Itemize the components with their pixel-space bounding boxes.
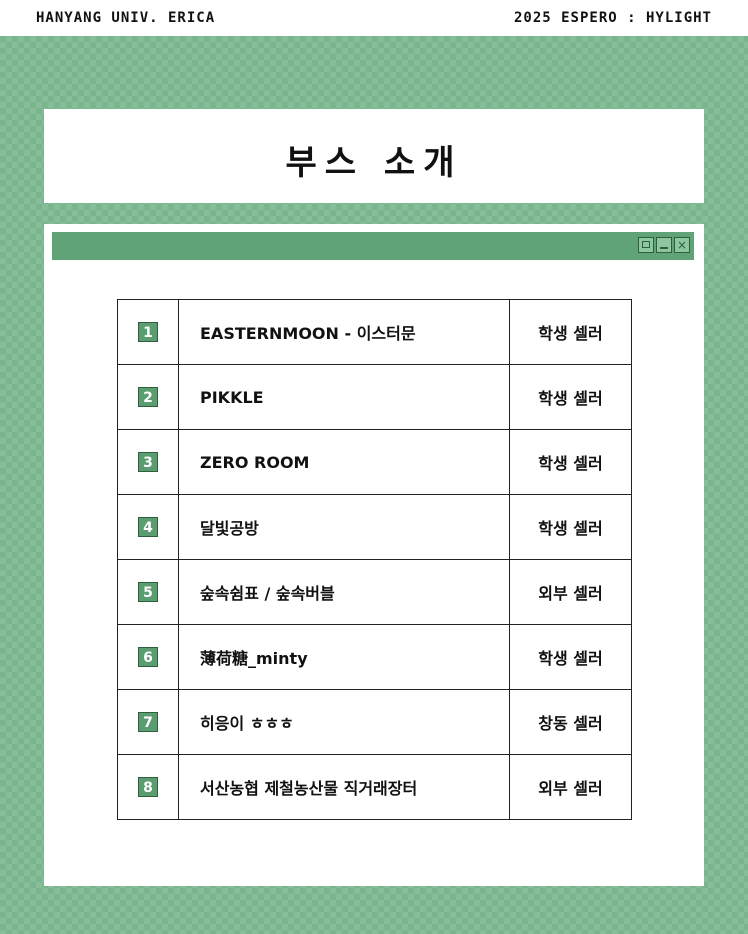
booth-name: 薄荷糖_minty xyxy=(178,624,510,690)
table-row: 6 薄荷糖_minty 학생 셀러 xyxy=(117,624,632,690)
close-icon[interactable]: × xyxy=(674,237,690,253)
booth-number-badge: 2 xyxy=(138,387,158,407)
booth-name: 히응이 ㅎㅎㅎ xyxy=(178,689,510,755)
top-header: HANYANG UNIV. ERICA 2025 ESPERO : HYLIGH… xyxy=(0,0,748,36)
booth-number-cell: 1 xyxy=(117,299,179,365)
booth-number-cell: 4 xyxy=(117,494,179,560)
booth-number-badge: 4 xyxy=(138,517,158,537)
table-row: 8 서산농협 제철농산물 직거래장터 외부 셀러 xyxy=(117,754,632,820)
window-controls: × xyxy=(638,237,690,253)
booth-name: 달빛공방 xyxy=(178,494,510,560)
maximize-icon[interactable] xyxy=(638,237,654,253)
title-panel: 부스 소개 xyxy=(44,109,704,203)
booth-number-cell: 3 xyxy=(117,429,179,495)
seller-type: 외부 셀러 xyxy=(509,754,632,820)
booth-name: 숲속쉼표 / 숲속버블 xyxy=(178,559,510,625)
booth-name: PIKKLE xyxy=(178,364,510,430)
window-title-bar[interactable]: × xyxy=(52,232,694,260)
seller-type: 학생 셀러 xyxy=(509,494,632,560)
booth-name: ZERO ROOM xyxy=(178,429,510,495)
minimize-icon[interactable] xyxy=(656,237,672,253)
seller-type: 학생 셀러 xyxy=(509,299,632,365)
booth-number-cell: 5 xyxy=(117,559,179,625)
booth-name: 서산농협 제철농산물 직거래장터 xyxy=(178,754,510,820)
seller-type: 외부 셀러 xyxy=(509,559,632,625)
seller-type: 학생 셀러 xyxy=(509,624,632,690)
page-title: 부스 소개 xyxy=(285,143,463,183)
table-row: 2 PIKKLE 학생 셀러 xyxy=(117,364,632,430)
event-label: 2025 ESPERO : HYLIGHT xyxy=(513,10,712,26)
booth-number-cell: 7 xyxy=(117,689,179,755)
booth-name: EASTERNMOON - 이스터문 xyxy=(178,299,510,365)
booth-number-cell: 6 xyxy=(117,624,179,690)
booth-number-badge: 7 xyxy=(138,712,158,732)
booth-number-badge: 3 xyxy=(138,452,158,472)
seller-type: 학생 셀러 xyxy=(509,429,632,495)
booth-number-badge: 1 xyxy=(138,322,158,342)
booth-number-cell: 2 xyxy=(117,364,179,430)
table-row: 7 히응이 ㅎㅎㅎ 창동 셀러 xyxy=(117,689,632,755)
booth-window: × 1 EASTERNMOON - 이스터문 학생 셀러 2 PIKKLE 학생… xyxy=(44,224,704,886)
booth-number-badge: 5 xyxy=(138,582,158,602)
university-label: HANYANG UNIV. ERICA xyxy=(36,10,216,26)
booth-table: 1 EASTERNMOON - 이스터문 학생 셀러 2 PIKKLE 학생 셀… xyxy=(117,299,632,820)
table-row: 3 ZERO ROOM 학생 셀러 xyxy=(117,429,632,495)
table-row: 5 숲속쉼표 / 숲속버블 외부 셀러 xyxy=(117,559,632,625)
seller-type: 창동 셀러 xyxy=(509,689,632,755)
seller-type: 학생 셀러 xyxy=(509,364,632,430)
booth-number-badge: 8 xyxy=(138,777,158,797)
table-row: 1 EASTERNMOON - 이스터문 학생 셀러 xyxy=(117,299,632,365)
table-row: 4 달빛공방 학생 셀러 xyxy=(117,494,632,560)
booth-number-cell: 8 xyxy=(117,754,179,820)
booth-number-badge: 6 xyxy=(138,647,158,667)
